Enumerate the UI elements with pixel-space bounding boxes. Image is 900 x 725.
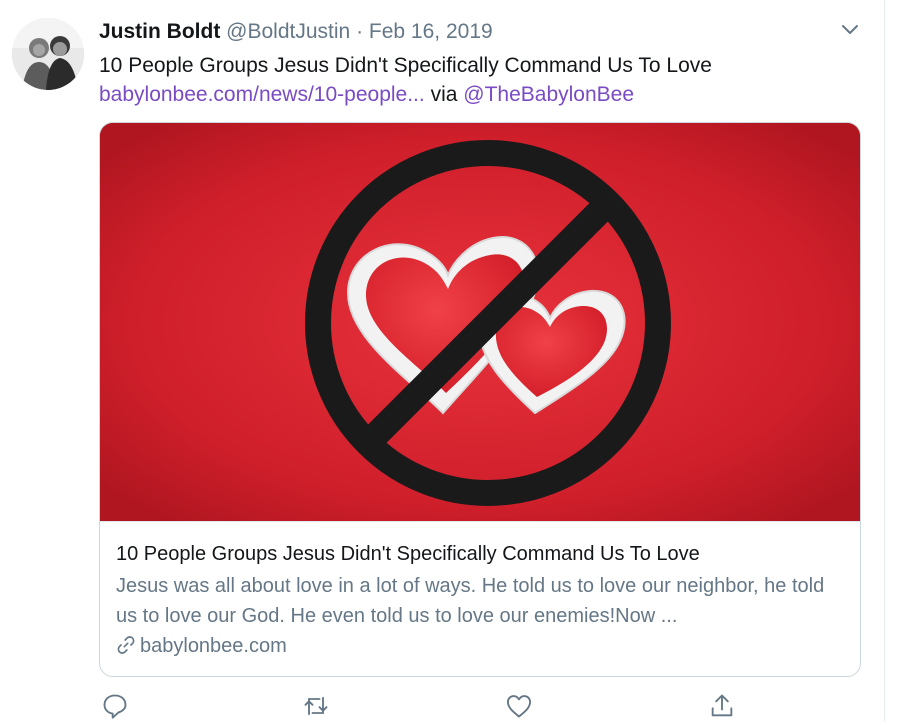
link-icon: [116, 635, 136, 663]
separator: ·: [356, 20, 364, 43]
tweet-body: 10 People Groups Jesus Didn't Specifical…: [99, 51, 839, 109]
tweet-header: Justin Boldt @BoldtJustin · Feb 16, 2019: [99, 19, 493, 45]
via-label: via: [430, 83, 458, 106]
card-image[interactable]: [100, 123, 860, 521]
card-domain: babylonbee.com: [116, 632, 287, 663]
heart-icon[interactable]: [505, 692, 533, 720]
retweet-icon[interactable]: [302, 692, 330, 720]
card-title: 10 People Groups Jesus Didn't Specifical…: [116, 543, 700, 565]
timeline-border: [884, 0, 885, 721]
link-card[interactable]: 10 People Groups Jesus Didn't Specifical…: [99, 122, 861, 677]
reply-icon[interactable]: [101, 692, 129, 720]
tweet-link-line: babylonbee.com/news/10-people... via @Th…: [99, 80, 839, 109]
chevron-down-icon[interactable]: [838, 18, 862, 42]
card-divider: [100, 521, 860, 522]
avatar[interactable]: [12, 18, 84, 90]
card-domain-text: babylonbee.com: [140, 635, 287, 657]
author-name[interactable]: Justin Boldt: [99, 20, 220, 43]
tweet-text: 10 People Groups Jesus Didn't Specifical…: [99, 54, 712, 77]
share-icon[interactable]: [708, 692, 736, 720]
article-link[interactable]: babylonbee.com/news/10-people...: [99, 83, 425, 106]
author-handle[interactable]: @BoldtJustin: [226, 20, 350, 43]
card-description: Jesus was all about love in a lot of way…: [116, 575, 825, 627]
tweet-date[interactable]: Feb 16, 2019: [369, 20, 493, 43]
via-handle-link[interactable]: @TheBabylonBee: [463, 83, 634, 106]
